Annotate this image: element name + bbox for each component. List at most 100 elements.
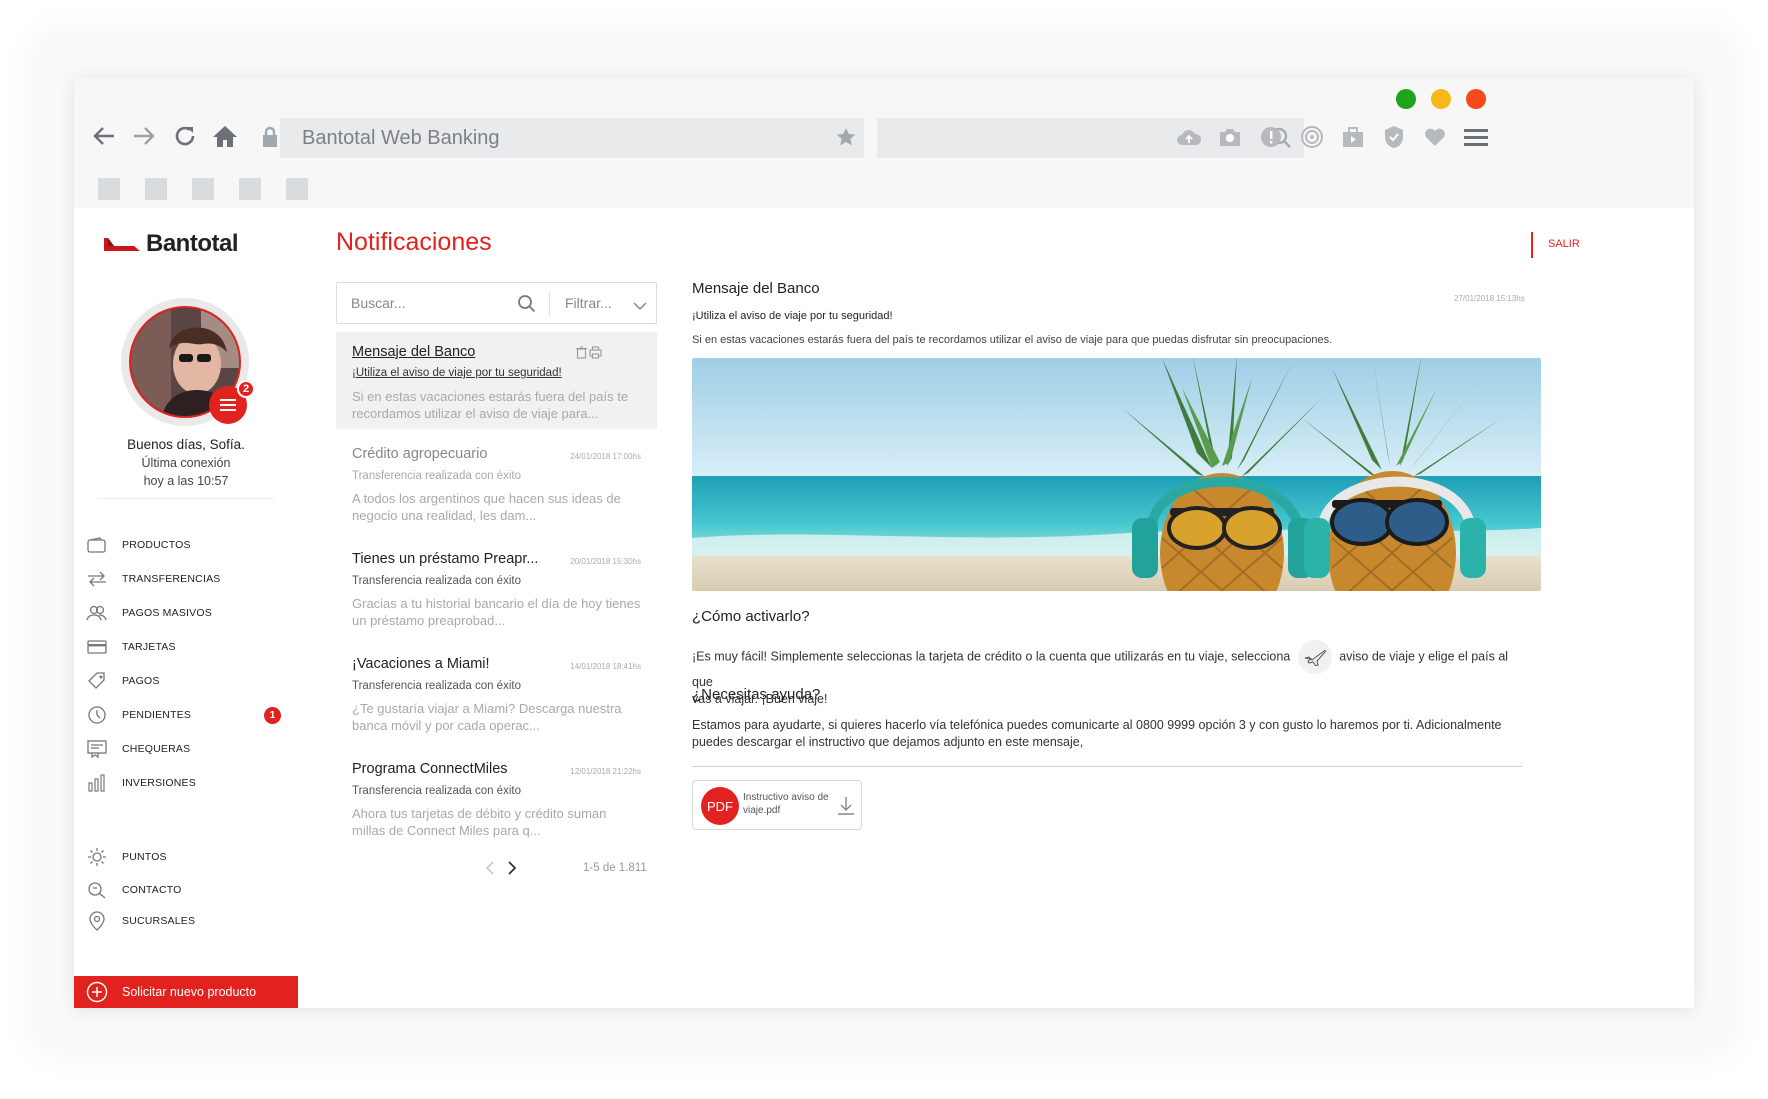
window-button-red[interactable] xyxy=(1466,89,1486,109)
back-icon[interactable] xyxy=(88,120,120,152)
heart-icon[interactable] xyxy=(1420,122,1450,152)
logout-divider xyxy=(1531,232,1533,258)
bookmark-placeholder[interactable] xyxy=(192,178,214,200)
browser-chrome: Bantotal Web Banking xyxy=(74,78,1694,208)
sidebar-item-tarjetas[interactable]: TARJETAS xyxy=(86,634,286,660)
sidebar-item-inversiones[interactable]: INVERSIONES xyxy=(86,770,286,796)
user-greeting-block: Buenos días, Sofía. Última conexión hoy … xyxy=(74,436,298,490)
hamburger-menu-icon[interactable] xyxy=(1461,122,1491,152)
wallet-icon xyxy=(86,534,108,556)
logout-link[interactable]: SALIR xyxy=(1548,238,1580,250)
sidebar-item-pendientes[interactable]: PENDIENTES 1 xyxy=(86,702,286,728)
address-bar[interactable]: Bantotal Web Banking xyxy=(263,118,864,158)
chevron-down-icon[interactable] xyxy=(633,298,647,316)
bookmark-placeholder[interactable] xyxy=(145,178,167,200)
notification-count-badge: 2 xyxy=(237,380,255,398)
bookmark-star-icon[interactable] xyxy=(836,127,856,152)
pdf-attachment[interactable]: PDF Instructivo aviso de viaje.pdf xyxy=(692,780,862,830)
sidebar-item-chequeras[interactable]: CHEQUERAS xyxy=(86,736,286,762)
clock-icon xyxy=(86,704,108,726)
notification-search[interactable]: Buscar... Filtrar... xyxy=(336,282,657,324)
menu-icon xyxy=(220,399,236,411)
sidebar: Bantotal 2 Buenos días, Sofía. Última co… xyxy=(74,208,298,1008)
print-icon[interactable] xyxy=(589,346,602,364)
list-item[interactable]: Programa ConnectMiles 12/01/2018 21:22hs… xyxy=(336,757,657,852)
attachment-filename: Instructivo aviso de viaje.pdf xyxy=(743,792,829,816)
how-to-text-part-1: ¡Es muy fácil! Simplemente seleccionas l… xyxy=(692,649,1291,664)
brand-logo[interactable]: Bantotal xyxy=(104,230,239,258)
window-button-green[interactable] xyxy=(1396,89,1416,109)
list-item-date: 12/01/2018 21:22hs xyxy=(570,767,641,776)
broadcast-icon[interactable] xyxy=(1297,122,1327,152)
list-item[interactable]: Mensaje del Banco ¡Utiliza el aviso de v… xyxy=(336,332,657,429)
shield-icon[interactable] xyxy=(1379,122,1409,152)
sidebar-item-contacto[interactable]: CONTACTO xyxy=(86,877,286,903)
pagination-count: 1-5 de 1.811 xyxy=(583,862,647,874)
detail-date: 27/01/2018 15:13hs xyxy=(1454,294,1525,303)
greeting-text: Buenos días, Sofía. xyxy=(127,437,245,452)
download-icon[interactable] xyxy=(837,796,855,821)
bookmark-placeholder[interactable] xyxy=(286,178,308,200)
alert-icon[interactable] xyxy=(1256,122,1286,152)
delete-icon[interactable] xyxy=(576,346,587,364)
next-page-icon[interactable] xyxy=(506,860,518,881)
list-item[interactable]: Tienes un préstamo Preapr... 20/01/2018 … xyxy=(336,547,657,642)
brand-logo-mark-icon xyxy=(104,238,140,251)
detail-title: Mensaje del Banco xyxy=(692,280,820,297)
list-item-body: Ahora tus tarjetas de débito y crédito s… xyxy=(352,806,607,838)
search-icon[interactable] xyxy=(517,294,537,319)
list-item-date: 20/01/2018 15:30hs xyxy=(570,557,641,566)
detail-divider xyxy=(692,766,1522,767)
pineapples-beach-image xyxy=(692,358,1541,591)
bookmark-placeholder[interactable] xyxy=(239,178,261,200)
list-item-subtitle: Transferencia realizada con éxito xyxy=(352,785,521,797)
list-item-title: ¡Vacaciones a Miami! xyxy=(352,656,490,672)
home-icon[interactable] xyxy=(209,120,241,152)
help-text: Estamos para ayudarte, si quieres hacerl… xyxy=(692,718,1502,749)
list-item-body: ¿Te gustaría viajar a Miami? Descarga nu… xyxy=(352,701,622,733)
chat-icon xyxy=(86,879,108,901)
camera-icon[interactable] xyxy=(1215,122,1245,152)
list-item[interactable]: Crédito agropecuario 24/01/2018 17:00hs … xyxy=(336,442,657,537)
filter-dropdown[interactable]: Filtrar... xyxy=(565,295,612,311)
sidebar-item-productos[interactable]: PRODUCTOS xyxy=(86,532,286,558)
sidebar-item-pagos[interactable]: PAGOS xyxy=(86,668,286,694)
profile-avatar[interactable]: 2 xyxy=(121,298,255,426)
sidebar-item-label: TARJETAS xyxy=(122,641,176,653)
detail-intro: Si en estas vacaciones estarás fuera del… xyxy=(692,334,1333,346)
sidebar-item-label: PAGOS xyxy=(122,675,160,687)
window-button-yellow[interactable] xyxy=(1431,89,1451,109)
list-item[interactable]: ¡Vacaciones a Miami! 14/01/2018 18:41hs … xyxy=(336,652,657,747)
bookmark-placeholder[interactable] xyxy=(98,178,120,200)
list-item-title: Programa ConnectMiles xyxy=(352,761,508,777)
request-product-label: Solicitar nuevo producto xyxy=(122,985,257,999)
list-item-title: Crédito agropecuario xyxy=(352,446,488,462)
transfer-icon xyxy=(86,568,108,590)
sidebar-divider xyxy=(98,498,274,499)
card-icon xyxy=(86,636,108,658)
reload-icon[interactable] xyxy=(169,120,201,152)
sidebar-item-transferencias[interactable]: TRANSFERENCIAS xyxy=(86,566,286,592)
sidebar-item-puntos[interactable]: PUNTOS xyxy=(86,844,286,870)
chart-icon xyxy=(86,772,108,794)
previous-page-icon[interactable] xyxy=(484,860,496,881)
list-item-date: 24/01/2018 17:00hs xyxy=(570,452,641,461)
lock-icon xyxy=(262,126,278,153)
forward-icon[interactable] xyxy=(128,120,160,152)
banking-app: Bantotal 2 Buenos días, Sofía. Última co… xyxy=(74,208,1694,1008)
media-icon[interactable] xyxy=(1338,122,1368,152)
sidebar-item-label: CONTACTO xyxy=(122,884,182,896)
search-input[interactable]: Buscar... xyxy=(351,295,501,311)
sidebar-item-sucursales[interactable]: SUCURSALES xyxy=(86,908,286,934)
sidebar-item-label: TRANSFERENCIAS xyxy=(122,573,221,585)
sidebar-item-label: PAGOS MASIVOS xyxy=(122,607,212,619)
sidebar-item-pagos-masivos[interactable]: PAGOS MASIVOS xyxy=(86,600,286,626)
list-item-date: 14/01/2018 18:41hs xyxy=(570,662,641,671)
tag-icon xyxy=(86,670,108,692)
search-divider xyxy=(549,291,550,317)
cloud-icon[interactable] xyxy=(1174,122,1204,152)
sidebar-item-label: SUCURSALES xyxy=(122,915,196,927)
request-product-button[interactable]: Solicitar nuevo producto xyxy=(74,976,298,1008)
sidebar-item-label: PENDIENTES xyxy=(122,709,192,721)
detail-subtitle: ¡Utiliza el aviso de viaje por tu seguri… xyxy=(692,310,893,322)
